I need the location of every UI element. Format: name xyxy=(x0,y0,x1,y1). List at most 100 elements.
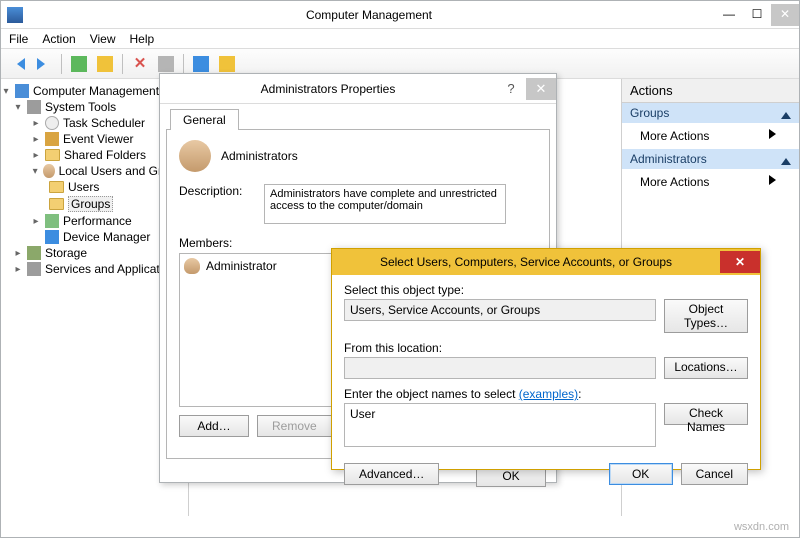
expand-icon[interactable]: ▾ xyxy=(31,166,39,177)
services-icon xyxy=(27,262,41,276)
select-users-dialog: Select Users, Computers, Service Account… xyxy=(331,248,761,470)
dialog-help-button[interactable]: ? xyxy=(496,78,526,100)
object-type-field[interactable]: Users, Service Accounts, or Groups xyxy=(344,299,656,321)
description-field[interactable]: Administrators have complete and unrestr… xyxy=(264,184,506,224)
delete-button[interactable]: ✕ xyxy=(129,53,151,75)
dialog-close-button[interactable]: ✕ xyxy=(720,251,760,273)
actions-item-label: More Actions xyxy=(640,129,709,143)
tree-label: Task Scheduler xyxy=(63,116,145,130)
tools-icon xyxy=(27,100,41,114)
user-icon xyxy=(184,258,200,274)
folder-icon xyxy=(49,181,64,193)
view-button[interactable] xyxy=(216,53,238,75)
minimize-button[interactable]: — xyxy=(715,4,743,26)
event-icon xyxy=(45,132,59,146)
folder-icon xyxy=(49,198,64,210)
cancel-button[interactable]: Cancel xyxy=(681,463,748,485)
arrow-right-icon xyxy=(37,58,51,70)
ok-button[interactable]: OK xyxy=(609,463,673,485)
dialog-titlebar: Select Users, Computers, Service Account… xyxy=(332,249,760,275)
actions-section-groups[interactable]: Groups xyxy=(622,103,799,123)
section-title: Administrators xyxy=(630,152,707,166)
advanced-button[interactable]: Advanced… xyxy=(344,463,439,485)
locations-button[interactable]: Locations… xyxy=(664,357,748,379)
expand-icon[interactable]: ▸ xyxy=(13,264,23,275)
clock-icon xyxy=(45,116,59,130)
forward-button[interactable] xyxy=(33,53,55,75)
add-button[interactable] xyxy=(68,53,90,75)
section-title: Groups xyxy=(630,106,669,120)
separator xyxy=(183,54,184,74)
tree-label: Device Manager xyxy=(63,230,150,244)
users-icon xyxy=(43,164,54,178)
expand-icon[interactable]: ▸ xyxy=(13,248,23,259)
device-icon xyxy=(45,230,59,244)
refresh-button[interactable] xyxy=(155,53,177,75)
watermark: wsxdn.com xyxy=(734,521,789,533)
submenu-icon xyxy=(769,129,781,139)
tab-general[interactable]: General xyxy=(170,109,239,130)
expand-icon[interactable]: ▸ xyxy=(31,150,41,161)
expand-icon[interactable]: ▸ xyxy=(31,216,41,227)
help-button[interactable] xyxy=(190,53,212,75)
collapse-icon xyxy=(781,107,791,119)
performance-icon xyxy=(45,214,59,228)
actions-section-administrators[interactable]: Administrators xyxy=(622,149,799,169)
properties-button[interactable] xyxy=(94,53,116,75)
computer-icon xyxy=(15,84,29,98)
remove-button[interactable]: Remove xyxy=(257,415,332,437)
tree-label: Computer Management xyxy=(33,84,159,98)
tabstrip: General xyxy=(160,104,556,129)
menu-view[interactable]: View xyxy=(90,32,116,46)
actions-more-administrators[interactable]: More Actions xyxy=(622,169,799,195)
tree-label: System Tools xyxy=(45,100,116,114)
actions-more-groups[interactable]: More Actions xyxy=(622,123,799,149)
dialog-close-button[interactable]: ✕ xyxy=(526,78,556,100)
dialog-titlebar: Administrators Properties ? ✕ xyxy=(160,74,556,104)
back-button[interactable] xyxy=(7,53,29,75)
examples-link[interactable]: (examples) xyxy=(519,387,578,401)
member-name: Administrator xyxy=(206,259,277,273)
folder-icon xyxy=(45,149,60,161)
expand-icon[interactable]: ▸ xyxy=(31,134,41,145)
tree-label: Shared Folders xyxy=(64,148,146,162)
object-names-input[interactable]: User xyxy=(344,403,656,447)
tree-label: Storage xyxy=(45,246,87,260)
window-title: Computer Management xyxy=(23,8,715,22)
app-icon xyxy=(7,7,23,23)
maximize-button[interactable]: ☐ xyxy=(743,4,771,26)
help-icon xyxy=(193,56,209,72)
expand-icon[interactable]: ▾ xyxy=(1,86,11,97)
tree-label: Event Viewer xyxy=(63,132,133,146)
check-names-button[interactable]: Check Names xyxy=(664,403,748,425)
arrow-left-icon xyxy=(11,58,25,70)
separator xyxy=(122,54,123,74)
label-object-type: Select this object type: xyxy=(344,283,748,297)
tree-label: Users xyxy=(68,180,99,194)
object-types-button[interactable]: Object Types… xyxy=(664,299,748,333)
tree-label: Groups xyxy=(68,196,113,212)
dialog-title: Select Users, Computers, Service Account… xyxy=(332,255,720,269)
label-description: Description: xyxy=(179,184,254,198)
delete-x-icon: ✕ xyxy=(134,57,147,71)
actions-header: Actions xyxy=(622,79,799,103)
group-icon xyxy=(179,140,211,172)
group-name: Administrators xyxy=(221,149,298,163)
titlebar: Computer Management — ☐ ✕ xyxy=(1,1,799,29)
label-object-names: Enter the object names to select (exampl… xyxy=(344,387,748,401)
expand-icon[interactable]: ▾ xyxy=(13,102,23,113)
menu-file[interactable]: File xyxy=(9,32,28,46)
expand-icon[interactable]: ▸ xyxy=(31,118,41,129)
folder-icon xyxy=(97,56,113,72)
submenu-icon xyxy=(769,175,781,185)
storage-icon xyxy=(27,246,41,260)
label-location: From this location: xyxy=(344,341,748,355)
add-button[interactable]: Add… xyxy=(179,415,249,437)
close-button[interactable]: ✕ xyxy=(771,4,799,26)
location-field[interactable] xyxy=(344,357,656,379)
tree-label: Performance xyxy=(63,214,132,228)
menu-help[interactable]: Help xyxy=(130,32,155,46)
tile-icon xyxy=(219,56,235,72)
separator xyxy=(61,54,62,74)
menu-action[interactable]: Action xyxy=(42,32,75,46)
